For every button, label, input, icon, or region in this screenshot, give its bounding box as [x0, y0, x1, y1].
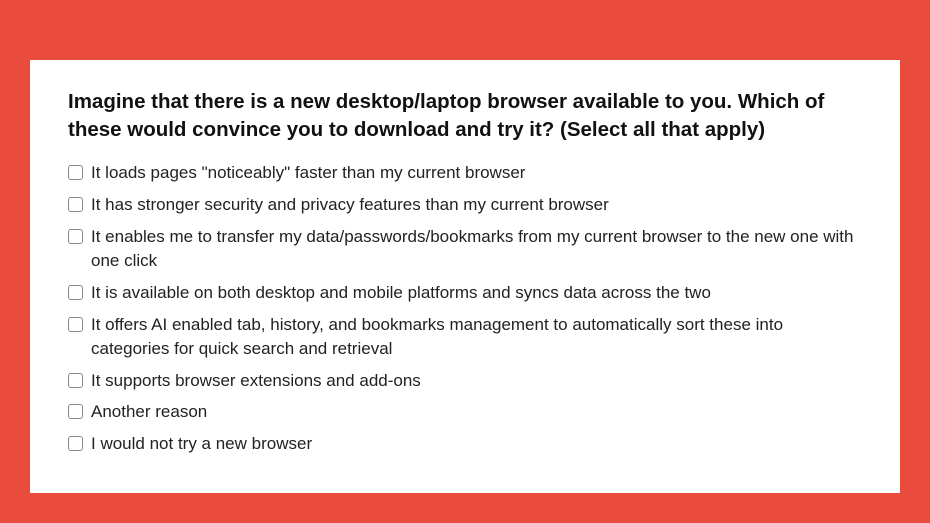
option-3: It is available on both desktop and mobi… — [68, 281, 862, 306]
option-5: It supports browser extensions and add-o… — [68, 369, 862, 394]
option-label-2[interactable]: It enables me to transfer my data/passwo… — [91, 225, 862, 274]
option-label-0[interactable]: It loads pages "noticeably" faster than … — [91, 161, 525, 186]
option-label-7[interactable]: I would not try a new browser — [91, 432, 312, 457]
option-1: It has stronger security and privacy fea… — [68, 193, 862, 218]
checkbox-6[interactable] — [68, 404, 83, 419]
checkbox-5[interactable] — [68, 373, 83, 388]
option-label-5[interactable]: It supports browser extensions and add-o… — [91, 369, 421, 394]
option-label-3[interactable]: It is available on both desktop and mobi… — [91, 281, 711, 306]
checkbox-3[interactable] — [68, 285, 83, 300]
checkbox-2[interactable] — [68, 229, 83, 244]
option-6: Another reason — [68, 400, 862, 425]
option-label-1[interactable]: It has stronger security and privacy fea… — [91, 193, 609, 218]
checkbox-4[interactable] — [68, 317, 83, 332]
option-7: I would not try a new browser — [68, 432, 862, 457]
checkbox-1[interactable] — [68, 197, 83, 212]
question-text: Imagine that there is a new desktop/lapt… — [68, 88, 862, 143]
checkbox-0[interactable] — [68, 165, 83, 180]
option-4: It offers AI enabled tab, history, and b… — [68, 313, 862, 362]
checkbox-7[interactable] — [68, 436, 83, 451]
survey-card: Imagine that there is a new desktop/lapt… — [30, 60, 900, 493]
option-list: It loads pages "noticeably" faster than … — [68, 161, 862, 456]
option-0: It loads pages "noticeably" faster than … — [68, 161, 862, 186]
option-2: It enables me to transfer my data/passwo… — [68, 225, 862, 274]
option-label-6[interactable]: Another reason — [91, 400, 207, 425]
option-label-4[interactable]: It offers AI enabled tab, history, and b… — [91, 313, 862, 362]
